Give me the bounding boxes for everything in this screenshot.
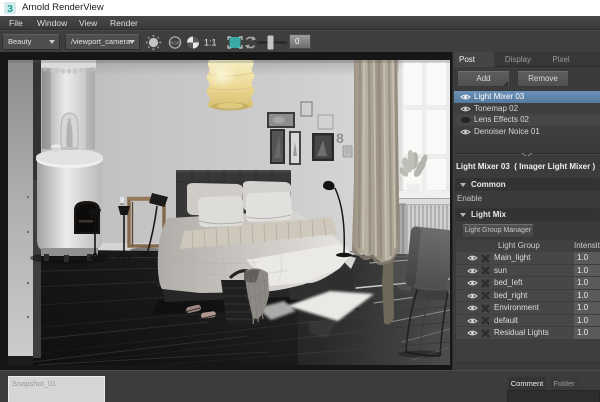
svg-text:3: 3 <box>7 3 13 14</box>
svg-text:RGB: RGB <box>170 41 180 46</box>
svg-text:1:1: 1:1 <box>204 38 217 48</box>
svg-text:8: 8 <box>336 130 344 146</box>
